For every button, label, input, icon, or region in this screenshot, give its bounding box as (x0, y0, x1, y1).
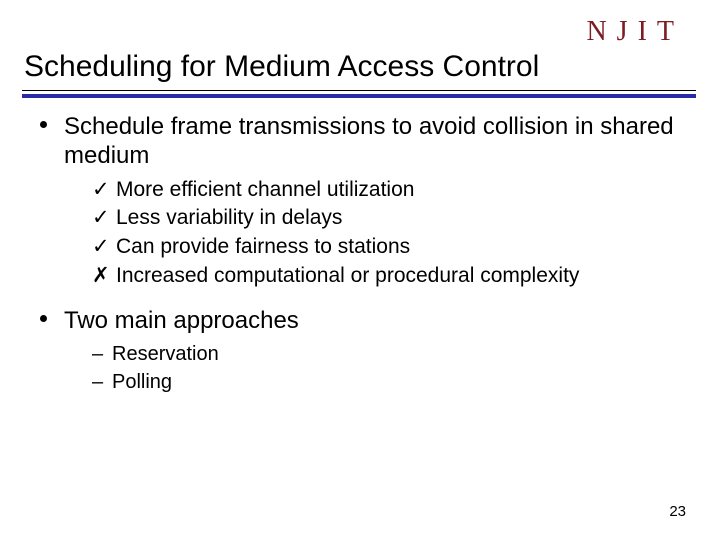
list-item: ✓ More efficient channel utilization (92, 177, 690, 204)
sub-item-text: Can provide fairness to stations (116, 235, 410, 258)
dash-icon: – (92, 341, 103, 367)
bullet-1: Schedule frame transmissions to avoid co… (34, 112, 690, 171)
bullet-dot-icon (40, 315, 47, 322)
sub-item-text: Increased computational or procedural co… (116, 264, 579, 287)
bullet-1-text: Schedule frame transmissions to avoid co… (64, 113, 674, 169)
dash-icon: – (92, 369, 103, 395)
list-item: – Reservation (92, 341, 690, 367)
spacer (34, 292, 690, 306)
bullet-1-sublist: ✓ More efficient channel utilization ✓ L… (92, 177, 690, 291)
bullet-2-sublist: – Reservation – Polling (92, 341, 690, 395)
check-icon: ✓ (92, 205, 110, 232)
check-icon: ✓ (92, 234, 110, 261)
sub-item-text: Less variability in delays (116, 206, 342, 229)
list-item: ✗ Increased computational or procedural … (92, 263, 690, 290)
slide-title: Scheduling for Medium Access Control (24, 50, 539, 84)
list-item: – Polling (92, 369, 690, 395)
slide-body: Schedule frame transmissions to avoid co… (34, 112, 690, 397)
cross-icon: ✗ (92, 263, 110, 290)
sub-item-text: Polling (112, 371, 172, 393)
bullet-2-text: Two main approaches (64, 307, 299, 334)
check-icon: ✓ (92, 177, 110, 204)
njit-logo: NJIT (586, 16, 684, 48)
list-item: ✓ Can provide fairness to stations (92, 234, 690, 261)
sub-item-text: Reservation (112, 343, 219, 365)
sub-item-text: More efficient channel utilization (116, 178, 414, 201)
title-rule-thin (22, 90, 696, 91)
bullet-2: Two main approaches (34, 306, 690, 335)
page-number: 23 (669, 503, 686, 520)
list-item: ✓ Less variability in delays (92, 205, 690, 232)
title-rule-thick (22, 94, 696, 98)
slide: NJIT Scheduling for Medium Access Contro… (0, 0, 720, 540)
bullet-dot-icon (40, 121, 47, 128)
